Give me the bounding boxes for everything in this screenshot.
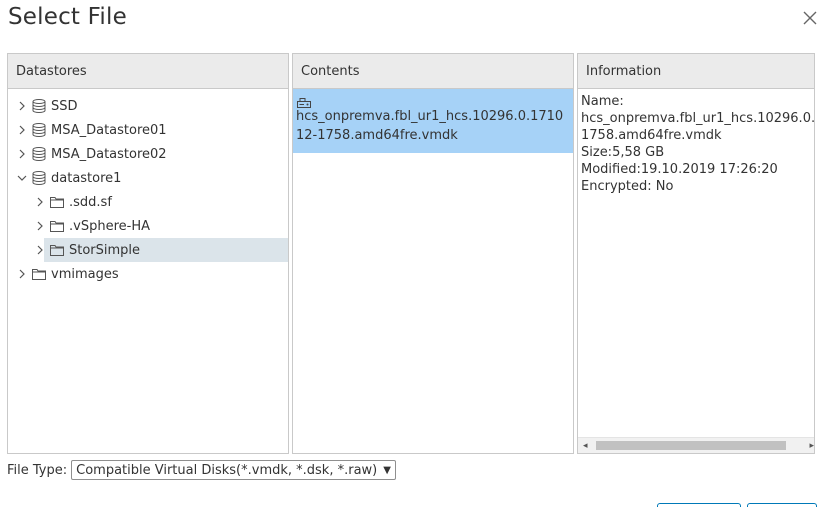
database-icon xyxy=(31,170,47,186)
tree-item[interactable]: .vSphere-HA xyxy=(8,214,288,238)
database-icon xyxy=(31,98,47,114)
scroll-right-icon[interactable]: ▸ xyxy=(809,441,814,451)
tree-item-label: vmimages xyxy=(51,266,119,282)
info-encrypted: Encrypted: No xyxy=(581,179,674,194)
tree-item[interactable]: .sdd.sf xyxy=(8,190,288,214)
database-icon xyxy=(31,146,47,162)
folder-icon xyxy=(49,218,65,234)
dialog-title: Select File xyxy=(8,4,127,30)
file-type-select[interactable]: Compatible Virtual Disks(*.vmdk, *.dsk, … xyxy=(71,460,396,480)
chevron-down-icon[interactable] xyxy=(16,172,28,184)
file-name: hcs_onpremva.fbl_ur1_hcs.10296.0.171012-… xyxy=(296,109,564,143)
scroll-left-icon[interactable]: ◂ xyxy=(583,441,588,451)
ok-button[interactable] xyxy=(747,503,817,507)
file-type-row: File Type: Compatible Virtual Disks(*.vm… xyxy=(7,460,396,480)
info-size: Size:5,58 GB xyxy=(581,145,665,160)
chevron-right-icon[interactable] xyxy=(34,244,46,256)
tree-item-label: MSA_Datastore01 xyxy=(51,122,167,138)
chevron-right-icon[interactable] xyxy=(16,100,28,112)
datastores-pane: Datastores SSD MSA_Datastore01 MSA_Datasto… xyxy=(7,53,289,454)
chevron-right-icon[interactable] xyxy=(16,268,28,280)
tree-item[interactable]: StorSimple xyxy=(8,238,288,262)
tree-item-label: datastore1 xyxy=(51,170,122,186)
horizontal-scrollbar[interactable]: ◂ ▸ xyxy=(578,437,814,453)
tree-item-label: .sdd.sf xyxy=(69,194,112,210)
chevron-right-icon[interactable] xyxy=(16,124,28,136)
tree-item[interactable]: vmimages xyxy=(8,262,288,286)
information-header: Information xyxy=(578,54,814,89)
info-name-label: Name: xyxy=(581,94,624,109)
folder-icon xyxy=(49,242,65,258)
tree-item[interactable]: MSA_Datastore02 xyxy=(8,142,288,166)
file-type-label: File Type: xyxy=(7,462,68,478)
file-type-value: Compatible Virtual Disks(*.vmdk, *.dsk, … xyxy=(76,462,378,478)
database-icon xyxy=(31,122,47,138)
tree-item-label: .vSphere-HA xyxy=(69,218,150,234)
tree-item-label: MSA_Datastore02 xyxy=(51,146,167,162)
datastore-tree: SSD MSA_Datastore01 MSA_Datastore02datasto… xyxy=(8,89,288,286)
virtual-disk-icon xyxy=(296,94,312,108)
tree-item[interactable]: MSA_Datastore01 xyxy=(8,118,288,142)
close-icon[interactable] xyxy=(801,9,819,27)
dropdown-caret-icon: ▼ xyxy=(383,464,391,476)
datastores-header: Datastores xyxy=(8,54,288,89)
file-item[interactable]: hcs_onpremva.fbl_ur1_hcs.10296.0.171012-… xyxy=(293,89,573,153)
tree-item[interactable]: SSD xyxy=(8,94,288,118)
information-pane: Information Name: hcs_onpremva.fbl_ur1_h… xyxy=(577,53,815,454)
file-info: Name: hcs_onpremva.fbl_ur1_hcs.10296.0.1… xyxy=(578,89,814,199)
cancel-button[interactable] xyxy=(657,503,741,507)
tree-item-label: SSD xyxy=(51,98,78,114)
folder-icon xyxy=(49,194,65,210)
scrollbar-thumb[interactable] xyxy=(596,441,786,450)
folder-icon xyxy=(31,266,47,282)
chevron-right-icon[interactable] xyxy=(16,148,28,160)
contents-header: Contents xyxy=(293,54,573,89)
tree-item[interactable]: datastore1 xyxy=(8,166,288,190)
info-name-line1: hcs_onpremva.fbl_ur1_hcs.10296.0.17 xyxy=(581,111,815,126)
chevron-right-icon[interactable] xyxy=(34,220,46,232)
info-modified: Modified:19.10.2019 17:26:20 xyxy=(581,162,778,177)
tree-item-label: StorSimple xyxy=(69,242,141,258)
info-name-line2: 1758.amd64fre.vmdk xyxy=(581,128,722,143)
chevron-right-icon[interactable] xyxy=(34,196,46,208)
contents-pane: Contents hcs_onpremva.fbl_ur1_hcs.10296.… xyxy=(292,53,574,454)
